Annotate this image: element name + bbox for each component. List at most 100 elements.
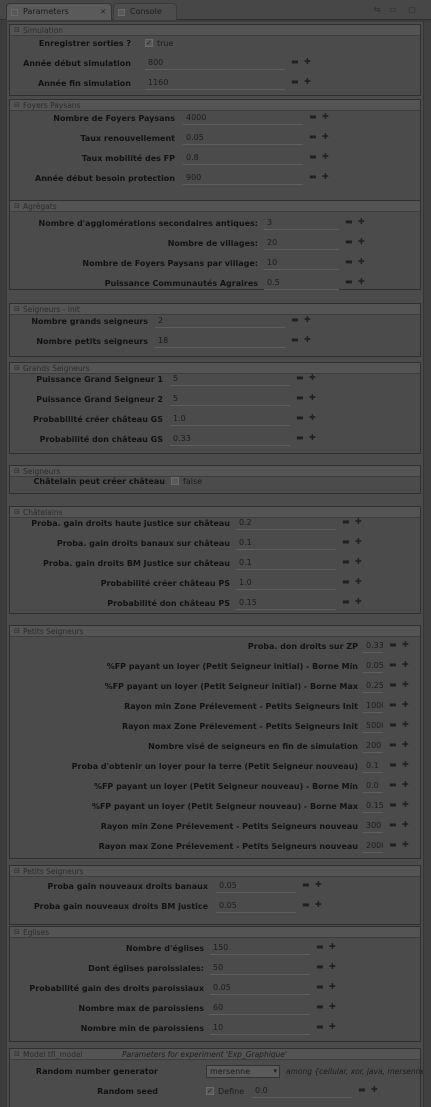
vertical-scrollbar[interactable] [424,22,431,1107]
twisty-icon[interactable]: ⊟ [14,364,20,373]
param-value-field[interactable]: 10 [264,257,339,270]
minus-icon[interactable]: ▬ [389,680,397,690]
param-value-field[interactable]: 0.8 [183,152,303,165]
minus-icon[interactable]: ▬ [358,1085,366,1095]
plus-icon[interactable]: ✚ [329,982,336,992]
param-value-field[interactable]: 0.5 [264,277,339,290]
minus-icon[interactable]: ▬ [342,537,350,547]
minus-icon[interactable]: ▬ [309,152,317,162]
plus-icon[interactable]: ✚ [315,900,322,910]
param-checkbox[interactable]: ✓ [206,1087,214,1095]
param-value-field[interactable]: 0.05 [363,660,383,673]
minus-icon[interactable]: ▬ [296,433,304,443]
minus-icon[interactable]: ▬ [389,820,397,830]
minus-icon[interactable]: ▬ [389,660,397,670]
plus-icon[interactable]: ✚ [304,335,311,345]
minimize-icon[interactable]: ▭ [388,5,398,14]
twisty-icon[interactable]: ⊟ [14,101,20,110]
param-value-field[interactable]: 3 [264,217,339,230]
plus-icon[interactable]: ✚ [322,152,329,162]
param-value-field[interactable]: 5 [170,393,290,406]
param-value-field[interactable]: 0.05 [210,982,310,995]
param-value-field[interactable]: 1000 [363,700,383,713]
tab-console[interactable]: Console [113,3,177,20]
param-value-field[interactable]: 0.0 [252,1085,352,1098]
twisty-icon[interactable]: ⊟ [14,305,20,314]
param-value-field[interactable]: 1160 [145,77,285,90]
plus-icon[interactable]: ✚ [355,577,362,587]
param-value-field[interactable]: 0.0 [363,780,383,793]
param-value-field[interactable]: 0.05 [216,900,296,913]
twisty-icon[interactable]: ⊟ [14,508,20,517]
minus-icon[interactable]: ▬ [316,1022,324,1032]
plus-icon[interactable]: ✚ [402,780,409,790]
plus-icon[interactable]: ✚ [371,1085,378,1095]
param-value-field[interactable]: 2 [155,315,285,328]
plus-icon[interactable]: ✚ [322,132,329,142]
param-value-field[interactable]: 0.33 [170,433,290,446]
plus-icon[interactable]: ✚ [304,315,311,325]
minus-icon[interactable]: ▬ [291,315,299,325]
param-value-field[interactable]: 5 [170,373,290,386]
minus-icon[interactable]: ▬ [389,740,397,750]
plus-icon[interactable]: ✚ [329,1022,336,1032]
plus-icon[interactable]: ✚ [402,760,409,770]
minus-icon[interactable]: ▬ [389,640,397,650]
param-value-field[interactable]: 18 [155,335,285,348]
param-value-field[interactable]: 4000 [183,112,303,125]
param-value-field[interactable]: 1.0 [170,413,290,426]
plus-icon[interactable]: ✚ [402,740,409,750]
minus-icon[interactable]: ▬ [296,413,304,423]
minus-icon[interactable]: ▬ [302,880,310,890]
minus-icon[interactable]: ▬ [345,277,353,287]
minus-icon[interactable]: ▬ [302,900,310,910]
param-value-field[interactable]: 0.25 [363,680,383,693]
minus-icon[interactable]: ▬ [316,962,324,972]
plus-icon[interactable]: ✚ [402,640,409,650]
param-value-field[interactable]: 60 [210,1002,310,1015]
minus-icon[interactable]: ▬ [309,132,317,142]
section-header[interactable]: ⊟ Petits Seigneurs [10,866,420,877]
plus-icon[interactable]: ✚ [322,172,329,182]
minus-icon[interactable]: ▬ [389,760,397,770]
plus-icon[interactable]: ✚ [329,942,336,952]
minus-icon[interactable]: ▬ [345,217,353,227]
plus-icon[interactable]: ✚ [304,77,311,87]
param-value-field[interactable]: 2000 [363,840,383,853]
param-value-field[interactable]: 10 [210,1022,310,1035]
plus-icon[interactable]: ✚ [402,820,409,830]
minus-icon[interactable]: ▬ [309,112,317,122]
twisty-icon[interactable]: ⊟ [14,1050,20,1059]
tab-parameters[interactable]: Parameters ✕ [6,3,112,20]
section-header[interactable]: ⊟ Eglises [10,927,420,938]
param-checkbox[interactable] [171,477,179,485]
param-value-field[interactable]: 300 [363,820,383,833]
minus-icon[interactable]: ▬ [316,1002,324,1012]
minus-icon[interactable]: ▬ [342,517,350,527]
plus-icon[interactable]: ✚ [402,680,409,690]
param-value-field[interactable]: 200 [363,740,383,753]
plus-icon[interactable]: ✚ [355,517,362,527]
param-value-field[interactable]: 0.1 [363,760,383,773]
plus-icon[interactable]: ✚ [402,720,409,730]
twisty-icon[interactable]: ⊟ [14,202,20,211]
param-value-field[interactable]: 0.1 [236,557,336,570]
twisty-icon[interactable]: ⊟ [14,26,20,35]
plus-icon[interactable]: ✚ [309,373,316,383]
minus-icon[interactable]: ▬ [296,393,304,403]
minus-icon[interactable]: ▬ [389,720,397,730]
section-header[interactable]: ⊟ Foyers Paysans [10,100,420,111]
generator-select[interactable]: mersenne ▾ [206,1065,280,1078]
plus-icon[interactable]: ✚ [322,112,329,122]
plus-icon[interactable]: ✚ [358,237,365,247]
plus-icon[interactable]: ✚ [402,800,409,810]
minus-icon[interactable]: ▬ [309,172,317,182]
plus-icon[interactable]: ✚ [315,880,322,890]
param-value-field[interactable]: 0.1 [236,537,336,550]
minus-icon[interactable]: ▬ [342,597,350,607]
param-value-field[interactable]: 150 [210,942,310,955]
param-value-field[interactable]: 5000 [363,720,383,733]
minus-icon[interactable]: ▬ [345,257,353,267]
plus-icon[interactable]: ✚ [304,57,311,67]
plus-icon[interactable]: ✚ [402,700,409,710]
